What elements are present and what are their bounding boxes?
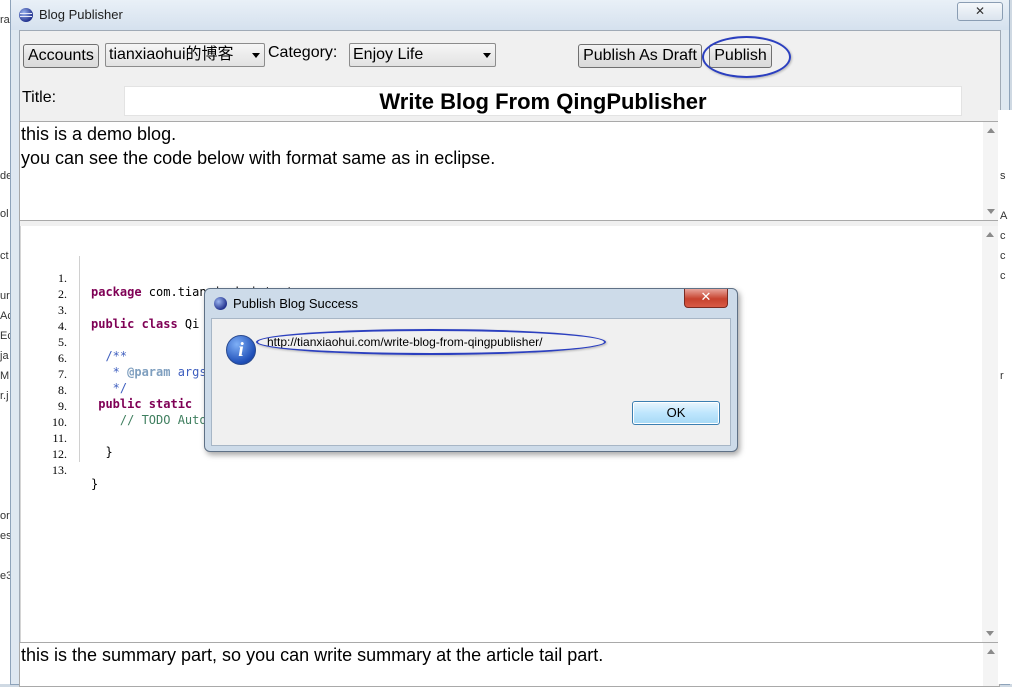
- bg-fragment: r.j: [0, 390, 9, 402]
- bg-fragment: ra: [0, 14, 10, 26]
- content-line: this is a demo blog.: [21, 124, 177, 144]
- code-line: 9. // TODO Auto: [21, 385, 207, 427]
- bg-fragment: M: [0, 370, 10, 382]
- background-editor-right: s A c c c r: [998, 110, 1012, 684]
- code-annotation: @param: [127, 365, 171, 379]
- url-highlight-ellipse: [256, 329, 606, 355]
- code-line: 12.: [21, 433, 79, 461]
- code-text: Qi: [177, 317, 200, 331]
- scroll-down-icon[interactable]: [987, 209, 995, 214]
- bg-fragment: r: [1000, 370, 1004, 382]
- window-close-button[interactable]: ✕: [957, 2, 1003, 21]
- code-line: 4.: [21, 305, 79, 333]
- code-gutter-divider: [79, 256, 80, 462]
- bg-fragment: s: [1000, 170, 1006, 182]
- code-line: 10.: [21, 401, 79, 429]
- code-line: 2.: [21, 273, 79, 301]
- code-comment: */: [91, 381, 128, 395]
- info-icon: i: [226, 335, 256, 365]
- code-line: 3. public class Qi: [21, 289, 199, 331]
- title-input[interactable]: Write Blog From QingPublisher: [124, 86, 962, 116]
- bg-fragment: c: [1000, 270, 1006, 282]
- code-line: 6. * @param args: [21, 337, 207, 379]
- blog-content-editor[interactable]: this is a demo blog. you can see the cod…: [19, 121, 1000, 221]
- bg-fragment: c: [1000, 250, 1006, 262]
- code-comment: *: [91, 365, 128, 379]
- category-select[interactable]: Enjoy Life: [349, 43, 496, 67]
- code-keyword: public static: [91, 397, 193, 411]
- summary-scrollbar[interactable]: [983, 643, 999, 686]
- dialog-close-button[interactable]: ✕: [684, 289, 728, 308]
- code-line: 1. package com.tianxiaohui.test;: [21, 257, 301, 299]
- summary-editor[interactable]: this is the summary part, so you can wri…: [19, 642, 1000, 687]
- chevron-down-icon: [252, 53, 260, 58]
- bg-fragment: ct: [0, 250, 9, 262]
- content-scrollbar[interactable]: [983, 122, 999, 220]
- bg-fragment: ol: [0, 208, 9, 220]
- code-comment: args: [170, 365, 207, 379]
- bg-fragment: c: [1000, 230, 1006, 242]
- ok-button[interactable]: OK: [632, 401, 720, 425]
- code-keyword: package: [91, 285, 142, 299]
- content-line: you can see the code below with format s…: [21, 148, 496, 168]
- category-select-value: Enjoy Life: [353, 46, 424, 63]
- dialog-title: Publish Blog Success: [233, 296, 359, 311]
- summary-text: this is the summary part, so you can wri…: [21, 645, 604, 665]
- bg-fragment: ja: [0, 350, 9, 362]
- bg-fragment: ur: [0, 290, 10, 302]
- publish-highlight-ellipse: [702, 36, 791, 78]
- code-panel-scrollbar[interactable]: [982, 226, 998, 642]
- scroll-down-icon[interactable]: [986, 631, 994, 636]
- line-number: 13.: [52, 463, 67, 477]
- code-comment: /**: [91, 349, 128, 363]
- bg-fragment: A: [1000, 210, 1008, 222]
- code-comment: // TODO Auto: [91, 413, 207, 427]
- code-text: }: [91, 445, 113, 459]
- code-line: 8. public static: [21, 369, 192, 411]
- code-line: 5. /**: [21, 321, 127, 363]
- window-title: Blog Publisher: [39, 7, 123, 22]
- window-titlebar[interactable]: Blog Publisher ✕: [11, 0, 1009, 30]
- chevron-down-icon: [483, 53, 491, 58]
- app-globe-icon: [19, 8, 33, 22]
- title-label: Title:: [22, 89, 57, 106]
- bg-fragment: or: [0, 510, 10, 522]
- publish-as-draft-button[interactable]: Publish As Draft: [578, 44, 702, 68]
- dialog-body: i http://tianxiaohui.com/write-blog-from…: [211, 318, 731, 446]
- account-select[interactable]: tianxiaohui的博客: [105, 43, 265, 67]
- app-globe-icon: [214, 297, 227, 310]
- code-text: }: [91, 477, 99, 491]
- code-line: 13. }: [21, 449, 98, 491]
- accounts-button[interactable]: Accounts: [23, 44, 99, 68]
- code-line: 11. }: [21, 417, 112, 459]
- scroll-up-icon[interactable]: [986, 232, 994, 237]
- scroll-up-icon[interactable]: [987, 649, 995, 654]
- category-label: Category:: [268, 44, 338, 61]
- scroll-up-icon[interactable]: [987, 128, 995, 133]
- code-line: 7. */: [21, 353, 127, 395]
- account-select-value: tianxiaohui的博客: [109, 46, 234, 63]
- code-keyword: public class: [91, 317, 178, 331]
- publish-success-dialog: Publish Blog Success ✕ i http://tianxiao…: [204, 288, 738, 452]
